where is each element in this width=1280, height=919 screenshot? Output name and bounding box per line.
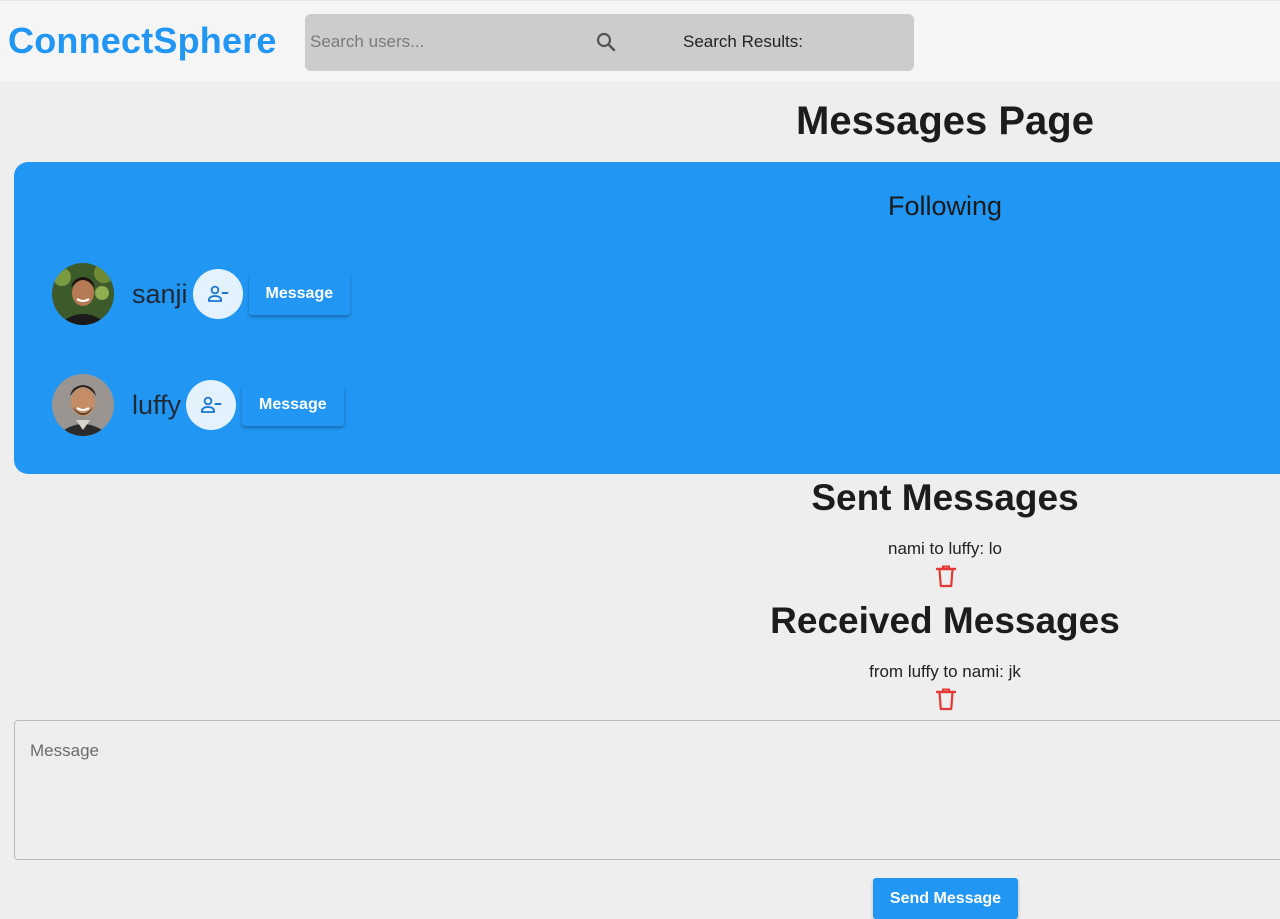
- following-heading: Following: [887, 191, 1003, 221]
- page-title: Messages Page: [796, 99, 1094, 143]
- sent-messages-heading: Sent Messages: [811, 477, 1079, 518]
- message-textarea[interactable]: [14, 720, 1280, 860]
- avatar[interactable]: [52, 374, 114, 436]
- person-remove-icon: [200, 396, 222, 413]
- sent-message-item: nami to luffy: lo: [887, 539, 1003, 558]
- app-logo[interactable]: ConnectSphere: [8, 20, 277, 62]
- unfollow-button[interactable]: [192, 269, 243, 319]
- following-user-sanji: sanji Message: [52, 263, 351, 325]
- received-messages-heading: Received Messages: [770, 600, 1120, 641]
- following-card: Following sanji Message luffy Message: [14, 162, 1280, 474]
- search-results-label: Search Results:: [683, 32, 803, 51]
- message-button-luffy[interactable]: Message: [242, 384, 344, 426]
- following-user-luffy: luffy Message: [52, 374, 344, 436]
- trash-icon[interactable]: [935, 687, 957, 711]
- search-icon[interactable]: [594, 30, 618, 54]
- received-message-item: from luffy to nami: jk: [869, 662, 1021, 681]
- user-name: luffy: [132, 389, 182, 420]
- send-message-button[interactable]: Send Message: [873, 878, 1018, 919]
- search-input[interactable]: [310, 29, 580, 55]
- trash-icon[interactable]: [935, 564, 957, 588]
- page: ConnectSphere Search Results: Messages P…: [0, 0, 1280, 919]
- search-bar: Search Results:: [305, 14, 914, 71]
- person-remove-icon: [207, 285, 228, 302]
- top-navbar: ConnectSphere Search Results:: [0, 0, 1280, 81]
- message-button-sanji[interactable]: Message: [248, 273, 351, 315]
- user-name: sanji: [132, 278, 188, 309]
- avatar[interactable]: [52, 263, 114, 325]
- unfollow-button[interactable]: [186, 380, 237, 430]
